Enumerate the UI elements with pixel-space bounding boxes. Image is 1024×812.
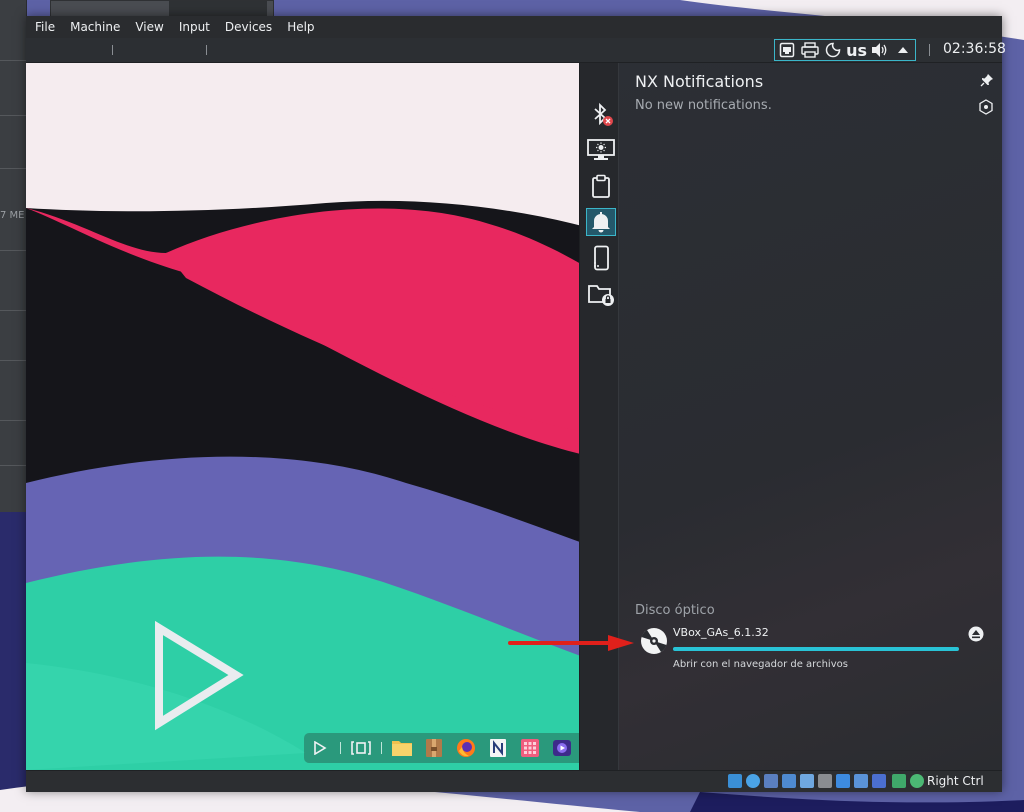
network-icon[interactable] [777, 40, 797, 60]
vault-folder-icon[interactable] [586, 281, 616, 309]
optical-drive-icon[interactable] [746, 774, 760, 788]
menu-machine[interactable]: Machine [61, 20, 126, 34]
virtualbox-window: File Machine View Input Devices Help us [26, 16, 1006, 792]
device-usage-bar [673, 647, 959, 651]
host-key-label: Right Ctrl [927, 774, 984, 788]
notifications-title: NX Notifications [635, 72, 764, 91]
menu-file[interactable]: File [26, 20, 61, 34]
host-window-text: 7 ME [0, 210, 25, 221]
settings-icon[interactable] [978, 99, 994, 115]
firefox-icon[interactable] [452, 736, 480, 760]
dock-separator [340, 742, 341, 754]
dock [304, 733, 604, 763]
display-brightness-icon[interactable] [586, 136, 616, 164]
device-section-title: Disco óptico [635, 603, 715, 618]
usb-icon[interactable] [800, 774, 814, 788]
annotation-arrow [508, 635, 634, 651]
calculator-icon[interactable] [516, 736, 544, 760]
notes-icon[interactable] [484, 736, 512, 760]
bluetooth-icon[interactable] [586, 100, 616, 128]
guest-screen: NX Notifications No new notifications. D… [26, 63, 1002, 770]
notifications-empty-text: No new notifications. [635, 98, 772, 113]
panel-separator [206, 45, 207, 55]
vbox-status-bar: Right Ctrl [26, 770, 1002, 792]
archive-icon[interactable] [420, 736, 448, 760]
keyboard-capture-icon[interactable] [910, 774, 924, 788]
system-tray: us [774, 39, 916, 61]
files-icon[interactable] [388, 736, 416, 760]
workspaces-icon[interactable] [347, 736, 375, 760]
pin-icon[interactable] [980, 73, 994, 87]
video-capture-icon[interactable] [854, 774, 868, 788]
menu-view[interactable]: View [126, 20, 169, 34]
notifications-sidebar [580, 63, 619, 770]
tray-expand-icon[interactable] [893, 40, 913, 60]
printer-icon[interactable] [800, 40, 820, 60]
host-background-window: 7 ME [0, 0, 27, 512]
optical-disc-icon [641, 628, 667, 654]
vbox-menubar: File Machine View Input Devices Help [26, 16, 1002, 38]
keyboard-layout[interactable]: us [846, 41, 867, 60]
device-connect-icon[interactable] [586, 244, 616, 272]
clipboard-icon[interactable] [586, 172, 616, 200]
media-player-icon[interactable] [548, 736, 576, 760]
audio-icon[interactable] [764, 774, 778, 788]
dock-separator [381, 742, 382, 754]
clock[interactable]: 02:36:58 [943, 41, 1006, 57]
clock-separator [929, 44, 930, 56]
volume-icon[interactable] [870, 40, 890, 60]
network-adapter-icon[interactable] [782, 774, 796, 788]
display-icon[interactable] [836, 774, 850, 788]
launcher-icon[interactable] [306, 736, 334, 760]
notifications-bell-icon[interactable] [586, 208, 616, 236]
menu-input[interactable]: Input [170, 20, 216, 34]
notifications-panel: NX Notifications No new notifications. D… [579, 63, 1002, 770]
menu-devices[interactable]: Devices [216, 20, 278, 34]
shared-folders-icon[interactable] [818, 774, 832, 788]
mouse-integration-icon[interactable] [892, 774, 906, 788]
hdd-icon[interactable] [728, 774, 742, 788]
virtualization-icon[interactable] [872, 774, 886, 788]
guest-top-panel: us 02:36:58 [26, 38, 1006, 63]
menu-help[interactable]: Help [278, 20, 320, 34]
panel-separator [112, 45, 113, 55]
device-name: VBox_GAs_6.1.32 [673, 626, 769, 639]
open-file-manager-link[interactable]: Abrir con el navegador de archivos [673, 659, 848, 670]
night-mode-icon[interactable] [823, 40, 843, 60]
eject-icon[interactable] [968, 626, 984, 642]
